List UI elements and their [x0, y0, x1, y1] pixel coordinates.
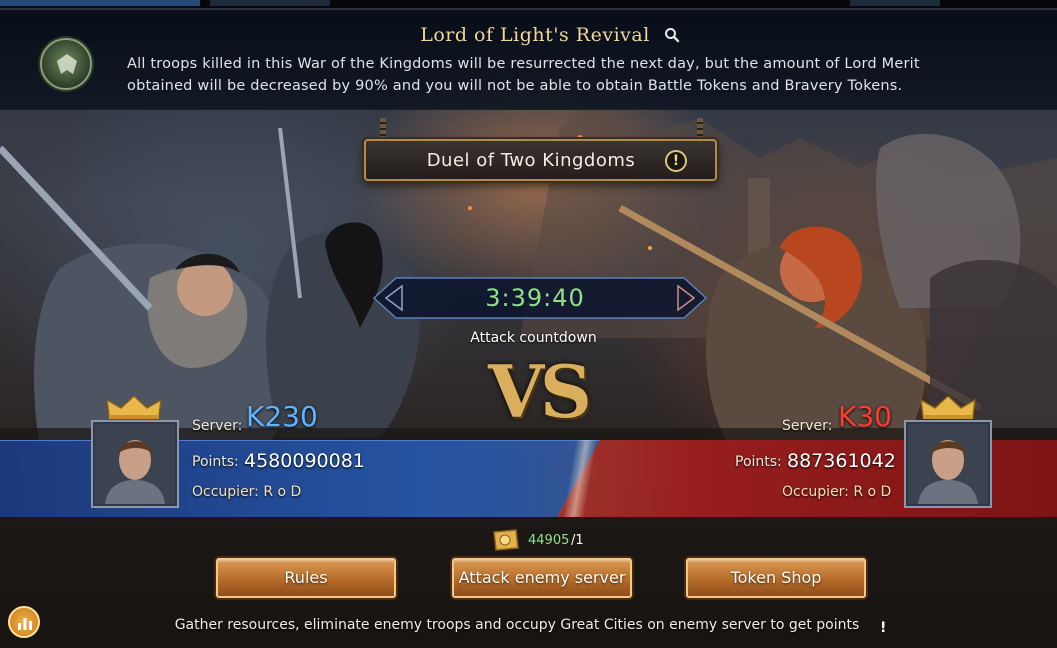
crown-icon	[106, 396, 162, 419]
enemy-leader-avatar[interactable]	[906, 422, 990, 506]
own-server-code: K230	[246, 400, 318, 433]
top-tab[interactable]	[0, 0, 200, 6]
enemy-server-label: Server:	[782, 418, 833, 434]
event-title-plate: Duel of Two Kingdoms !	[364, 139, 717, 181]
event-title: Duel of Two Kingdoms	[426, 150, 636, 171]
search-icon[interactable]	[664, 27, 680, 43]
footer-hint: Gather resources, eliminate enemy troops…	[174, 617, 860, 633]
announcement-title: Lord of Light's Revival	[420, 24, 650, 46]
top-tab-strip	[0, 0, 1057, 8]
attack-enemy-server-button[interactable]: Attack enemy server	[452, 558, 632, 598]
token-count: 44905	[528, 533, 570, 548]
info-icon[interactable]: !	[665, 150, 687, 172]
own-server-label: Server:	[192, 418, 243, 434]
announcement-banner: Lord of Light's Revival All troops kille…	[0, 10, 1057, 110]
announcement-text: All troops killed in this War of the Kin…	[127, 56, 920, 94]
bar-divider-glow	[560, 440, 600, 517]
stats-icon[interactable]	[8, 606, 40, 638]
own-points-value: 4580090081	[244, 450, 365, 472]
enemy-server-code: K30	[838, 400, 892, 433]
avatar-art	[908, 424, 988, 504]
vs-emblem: VS	[488, 349, 592, 434]
crown-icon	[920, 396, 976, 419]
token-shop-button[interactable]: Token Shop	[686, 558, 866, 598]
top-tab[interactable]	[850, 0, 940, 6]
own-occupier: Occupier: R o D	[192, 484, 302, 500]
enemy-points-value: 887361042	[787, 450, 896, 472]
stats-bars-glyph	[18, 618, 32, 630]
enemy-points-label: Points:	[735, 454, 782, 470]
avatar-art	[95, 424, 175, 504]
countdown-label: Attack countdown	[470, 330, 597, 346]
token-icon	[493, 529, 519, 551]
countdown-timer: 3:39:40	[485, 284, 585, 312]
own-points-label: Points:	[192, 454, 239, 470]
enemy-occupier: Occupier: R o D	[782, 484, 892, 500]
hint-info-icon[interactable]: !	[880, 620, 886, 636]
top-tab[interactable]	[210, 0, 330, 6]
own-leader-avatar[interactable]	[93, 422, 177, 506]
rules-button[interactable]: Rules	[216, 558, 396, 598]
token-max: /1	[571, 533, 584, 548]
